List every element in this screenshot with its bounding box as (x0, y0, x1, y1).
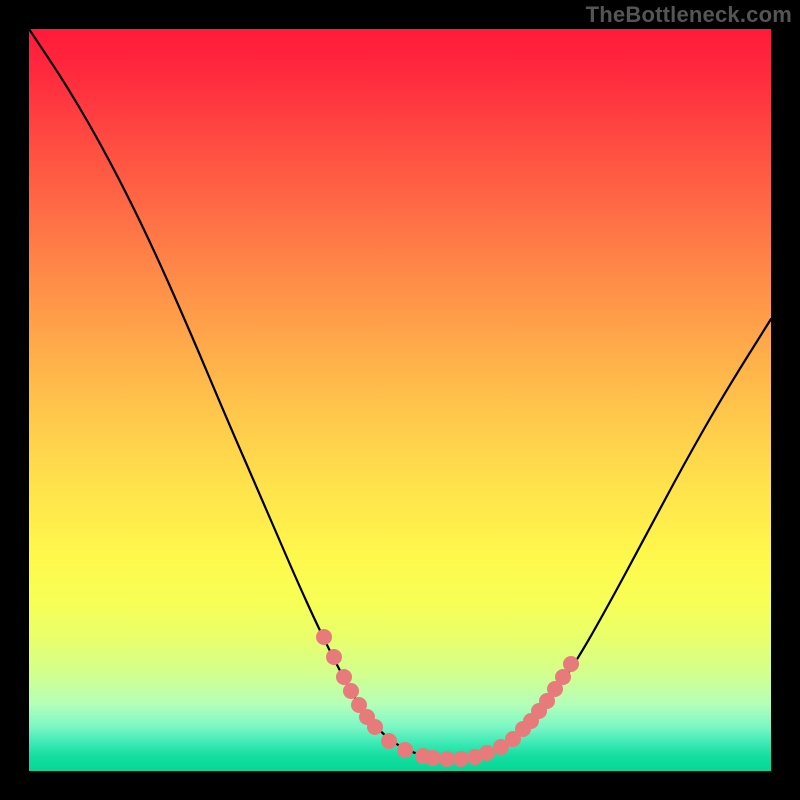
data-point (367, 719, 383, 735)
data-point (326, 649, 342, 665)
data-point (397, 742, 413, 758)
chart-frame: TheBottleneck.com (0, 0, 800, 800)
bottleneck-curve (29, 29, 771, 759)
watermark-text: TheBottleneck.com (586, 2, 792, 28)
plot-area (29, 29, 771, 771)
data-point (563, 656, 579, 672)
data-point (316, 629, 332, 645)
data-point (381, 733, 397, 749)
curve-svg (29, 29, 771, 771)
